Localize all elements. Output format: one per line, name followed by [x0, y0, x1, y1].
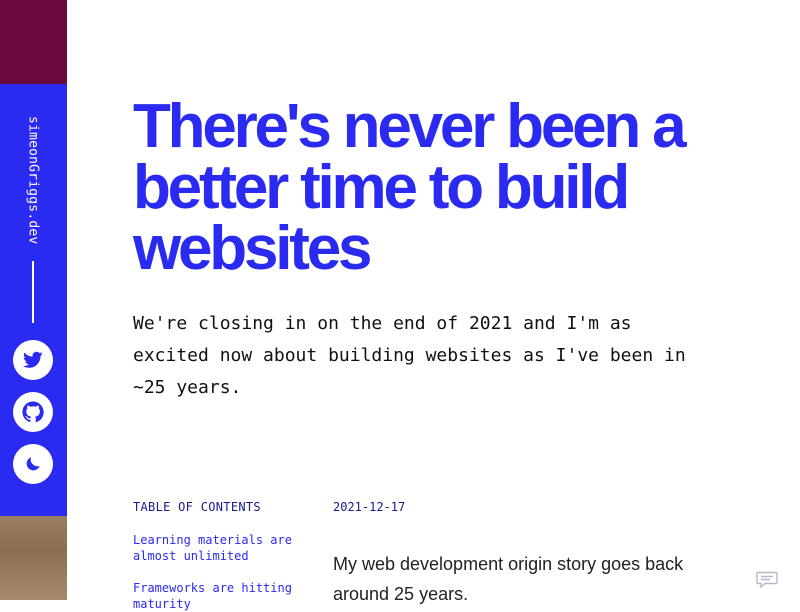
github-icon — [22, 401, 44, 423]
twitter-button[interactable] — [13, 340, 53, 380]
site-name-link[interactable]: simeonGriggs.dev — [26, 116, 41, 244]
toc-link-learning-materials[interactable]: Learning materials are almost unlimited — [133, 532, 293, 564]
toc-link-frameworks[interactable]: Frameworks are hitting maturity — [133, 580, 293, 612]
article-body-paragraph: My web development origin story goes bac… — [333, 554, 684, 604]
sidebar: simeonGriggs.dev — [0, 0, 67, 600]
article-intro: We're closing in on the end of 2021 and … — [133, 313, 686, 398]
toc-title: TABLE OF CONTENTS — [133, 500, 261, 514]
sidebar-top-image — [0, 0, 67, 84]
moon-icon — [24, 455, 42, 473]
sidebar-bottom-image — [0, 516, 67, 600]
github-button[interactable] — [13, 392, 53, 432]
article-title: There's never been a better time to buil… — [133, 92, 687, 283]
sidebar-divider — [32, 261, 34, 323]
chat-icon — [756, 571, 778, 593]
twitter-icon — [23, 351, 43, 369]
theme-toggle-button[interactable] — [13, 444, 53, 484]
post-date: 2021-12-17 — [333, 500, 406, 514]
chat-widget-button[interactable] — [756, 571, 778, 589]
